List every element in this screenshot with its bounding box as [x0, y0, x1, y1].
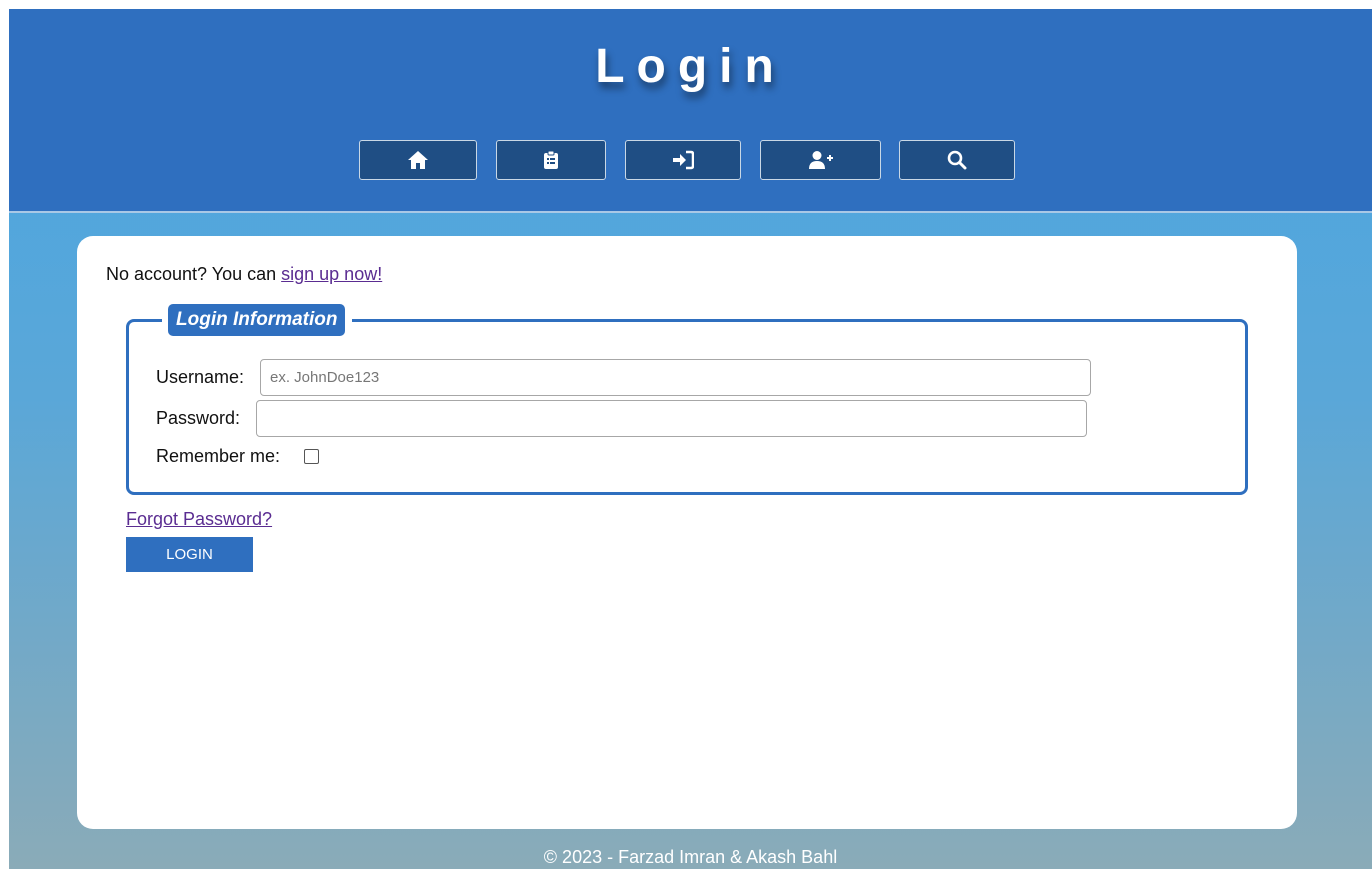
page-title: Login: [595, 40, 786, 93]
remember-me-checkbox[interactable]: [304, 449, 319, 464]
nav-search-button[interactable]: [899, 140, 1015, 180]
fieldset-legend: Login Information: [168, 304, 346, 336]
user-plus-icon: [808, 151, 833, 169]
nav-login-button[interactable]: [625, 140, 741, 180]
login-fieldset: Login Information Username: Password: Re…: [126, 304, 1248, 495]
sign-in-icon: [673, 150, 694, 170]
remember-me-label: Remember me:: [156, 446, 281, 466]
signup-prompt-text: No account? You can: [106, 264, 282, 284]
password-input[interactable]: [256, 400, 1087, 437]
signup-link[interactable]: sign up now!: [281, 264, 382, 284]
footer-copyright: © 2023 - Farzad Imran & Akash Bahl: [543, 847, 838, 867]
username-input[interactable]: [260, 359, 1091, 396]
password-label: Password:: [156, 408, 241, 428]
clipboard-list-icon: [544, 150, 558, 169]
forgot-password-link[interactable]: Forgot Password?: [126, 509, 272, 530]
signup-prompt: No account? You can sign up now!: [106, 264, 382, 285]
nav-home-button[interactable]: [359, 140, 477, 180]
header: Login: [9, 9, 1372, 213]
home-icon: [408, 151, 428, 169]
login-card: No account? You can sign up now! Login I…: [77, 236, 1297, 829]
search-icon: [947, 150, 967, 170]
username-label: Username:: [156, 367, 245, 387]
nav-list-button[interactable]: [496, 140, 606, 180]
login-button[interactable]: LOGIN: [126, 537, 253, 572]
page: Login No account? You can sign up now! L…: [9, 9, 1372, 869]
nav-register-button[interactable]: [760, 140, 881, 180]
